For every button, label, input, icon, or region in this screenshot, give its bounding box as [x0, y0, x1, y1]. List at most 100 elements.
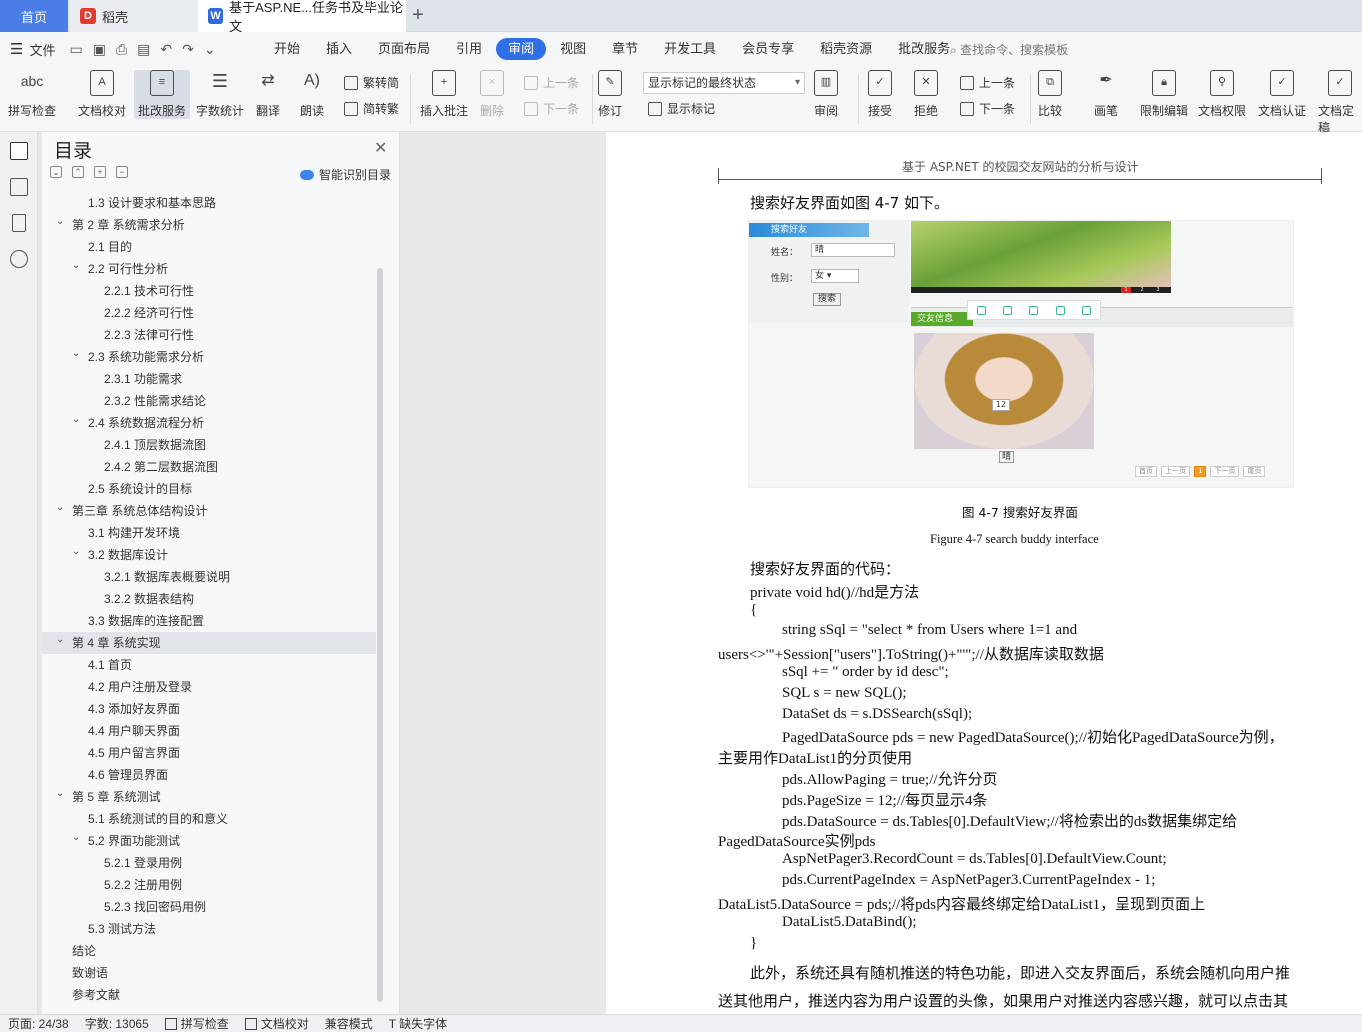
pen-button[interactable]: ✒ 画笔 [1094, 70, 1118, 119]
insert-comment-button[interactable]: + 插入批注 [420, 70, 468, 119]
doc-rights-button[interactable]: ⚲ 文档权限 [1198, 70, 1246, 119]
simp-to-trad-button[interactable]: 简转繁 [344, 100, 399, 117]
print-icon[interactable]: ⎙ [116, 41, 127, 58]
review-pane-button[interactable]: ▥ 审阅 [814, 70, 838, 119]
delete-comment-button[interactable]: × 删除 [480, 70, 504, 119]
chevron-down-icon[interactable]: ⌄ [56, 783, 64, 805]
page-indicator[interactable]: 页面: 24/38 [8, 1015, 69, 1032]
reject-button[interactable]: ✕ 拒绝 [914, 70, 938, 119]
menu-tab-start[interactable]: 开始 [262, 38, 312, 60]
word-count-button[interactable]: ☰ 字数统计 [196, 70, 244, 119]
expand-all-icon[interactable]: ⌃ [72, 166, 84, 178]
doc-proof-button[interactable]: A 文档校对 [78, 70, 126, 119]
menu-tab-insert[interactable]: 插入 [314, 38, 364, 60]
toc-item[interactable]: 结论 [42, 940, 376, 962]
toc-item[interactable]: 3.2.1 数据库表概要说明 [42, 566, 376, 588]
next-change-button[interactable]: 下一条 [960, 100, 1015, 117]
toc-item[interactable]: 2.4.2 第二层数据流图 [42, 456, 376, 478]
spell-check-toggle[interactable]: 拼写检查 [164, 1015, 229, 1032]
toc-item[interactable]: 2.3.1 功能需求 [42, 368, 376, 390]
toc-item[interactable]: 4.4 用户聊天界面 [42, 720, 376, 742]
toc-item[interactable]: 5.3 测试方法 [42, 918, 376, 940]
chevron-down-icon[interactable]: ⌄ [56, 211, 64, 233]
tab-document[interactable]: W 基于ASP.NE...任务书及毕业论文 [198, 0, 406, 34]
toc-item[interactable]: 2.3.2 性能需求结论 [42, 390, 376, 412]
toc-item[interactable]: 2.2.1 技术可行性 [42, 280, 376, 302]
toc-item[interactable]: ⌄ 2.2 可行性分析 [42, 258, 376, 280]
toc-item[interactable]: 1.3 设计要求和基本思路 [42, 192, 376, 214]
menu-tab-section[interactable]: 章节 [600, 38, 650, 60]
command-search[interactable]: ⌕ 查找命令、搜索模板 [950, 41, 1068, 58]
chevron-down-icon[interactable]: ⌄ [56, 629, 64, 651]
toc-item[interactable]: 4.5 用户留言界面 [42, 742, 376, 764]
word-count-indicator[interactable]: 字数: 13065 [85, 1015, 149, 1032]
toc-item[interactable]: ⌄ 5.2 界面功能测试 [42, 830, 376, 852]
more-icon[interactable]: ⌄ [204, 41, 216, 58]
export-icon[interactable]: ▣ [93, 41, 106, 58]
correction-service-button[interactable]: ≡ 批改服务 [134, 70, 191, 119]
toc-item[interactable]: 2.4.1 顶层数据流图 [42, 434, 376, 456]
compare-button[interactable]: ⧉ 比较 [1038, 70, 1062, 119]
chevron-down-icon[interactable]: ⌄ [72, 827, 80, 849]
search-icon[interactable] [10, 250, 28, 268]
toc-item[interactable]: 4.6 管理员界面 [42, 764, 376, 786]
menu-tab-references[interactable]: 引用 [444, 38, 494, 60]
toc-scrollbar[interactable] [377, 268, 383, 1002]
undo-icon[interactable]: ↶ [160, 41, 172, 58]
toc-item[interactable]: 4.3 添加好友界面 [42, 698, 376, 720]
toc-item[interactable]: ⌄ 第 5 章 系统测试 [42, 786, 376, 808]
tab-daoke[interactable]: D 稻壳 [70, 0, 198, 32]
toc-item[interactable]: 5.2.1 登录用例 [42, 852, 376, 874]
menu-tab-layout[interactable]: 页面布局 [366, 38, 442, 60]
toc-item[interactable]: 3.3 数据库的连接配置 [42, 610, 376, 632]
new-tab-button[interactable]: + [408, 4, 428, 26]
toc-item[interactable]: 2.5 系统设计的目标 [42, 478, 376, 500]
chapter-nav-icon[interactable] [10, 178, 28, 196]
trad-to-simp-button[interactable]: 繁转简 [344, 74, 399, 91]
spell-check-button[interactable]: abc 拼写检查 [8, 70, 56, 119]
compat-mode[interactable]: 兼容模式 [325, 1015, 373, 1032]
save-icon[interactable]: ▭ [69, 41, 82, 58]
translate-button[interactable]: ⇄ 翻译 [256, 70, 280, 119]
toc-item[interactable]: 参考文献 [42, 984, 376, 1006]
chevron-down-icon[interactable]: ⌄ [72, 255, 80, 277]
read-aloud-button[interactable]: A) 朗读 [300, 70, 324, 119]
toc-item[interactable]: 5.2.2 注册用例 [42, 874, 376, 896]
doc-auth-button[interactable]: ✓ 文档认证 [1258, 70, 1306, 119]
menu-tab-member[interactable]: 会员专享 [730, 38, 806, 60]
toc-item[interactable]: 5.2.3 找回密码用例 [42, 896, 376, 918]
menu-tab-review[interactable]: 审阅 [496, 38, 547, 60]
toc-item[interactable]: 致谢语 [42, 962, 376, 984]
menu-tab-daoke-resources[interactable]: 稻壳资源 [808, 38, 884, 60]
toc-item[interactable]: ⌄ 2.4 系统数据流程分析 [42, 412, 376, 434]
doc-proof-toggle[interactable]: 文档校对 [244, 1015, 309, 1032]
redo-icon[interactable]: ↷ [182, 41, 194, 58]
add-heading-icon[interactable]: + [94, 166, 106, 178]
menu-tab-view[interactable]: 视图 [548, 38, 598, 60]
toc-item[interactable]: 2.1 目的 [42, 236, 376, 258]
show-markup-button[interactable]: 显示标记 [648, 100, 715, 117]
prev-change-button[interactable]: 上一条 [960, 74, 1015, 91]
toc-item[interactable]: 2.2.2 经济可行性 [42, 302, 376, 324]
toc-item[interactable]: ⌄ 2.3 系统功能需求分析 [42, 346, 376, 368]
missing-font-button[interactable]: T 缺失字体 [389, 1015, 447, 1032]
close-icon[interactable]: ✕ [374, 138, 387, 158]
accept-button[interactable]: ✓ 接受 [868, 70, 892, 119]
toc-item[interactable]: ⌄ 第 4 章 系统实现 [42, 632, 376, 654]
toc-item[interactable]: ⌄ 3.2 数据库设计 [42, 544, 376, 566]
chevron-down-icon[interactable]: ⌄ [72, 541, 80, 563]
bookmark-icon[interactable] [12, 214, 26, 232]
chevron-down-icon[interactable]: ⌄ [72, 409, 80, 431]
menu-tab-developer[interactable]: 开发工具 [652, 38, 728, 60]
tab-home[interactable]: 首页 [0, 0, 68, 32]
next-comment-button[interactable]: 下一条 [524, 100, 579, 117]
toc-item[interactable]: 4.2 用户注册及登录 [42, 676, 376, 698]
preview-icon[interactable]: ▤ [137, 41, 150, 58]
toc-item[interactable]: 3.2.2 数据表结构 [42, 588, 376, 610]
markup-state-select[interactable]: 显示标记的最终状态 [643, 72, 805, 94]
doc-final-button[interactable]: ✓ 文档定稿 [1318, 70, 1362, 136]
remove-heading-icon[interactable]: − [116, 166, 128, 178]
track-changes-button[interactable]: ✎ 修订 [598, 70, 622, 119]
toc-panel-icon[interactable] [10, 142, 28, 160]
toc-item[interactable]: 2.2.3 法律可行性 [42, 324, 376, 346]
